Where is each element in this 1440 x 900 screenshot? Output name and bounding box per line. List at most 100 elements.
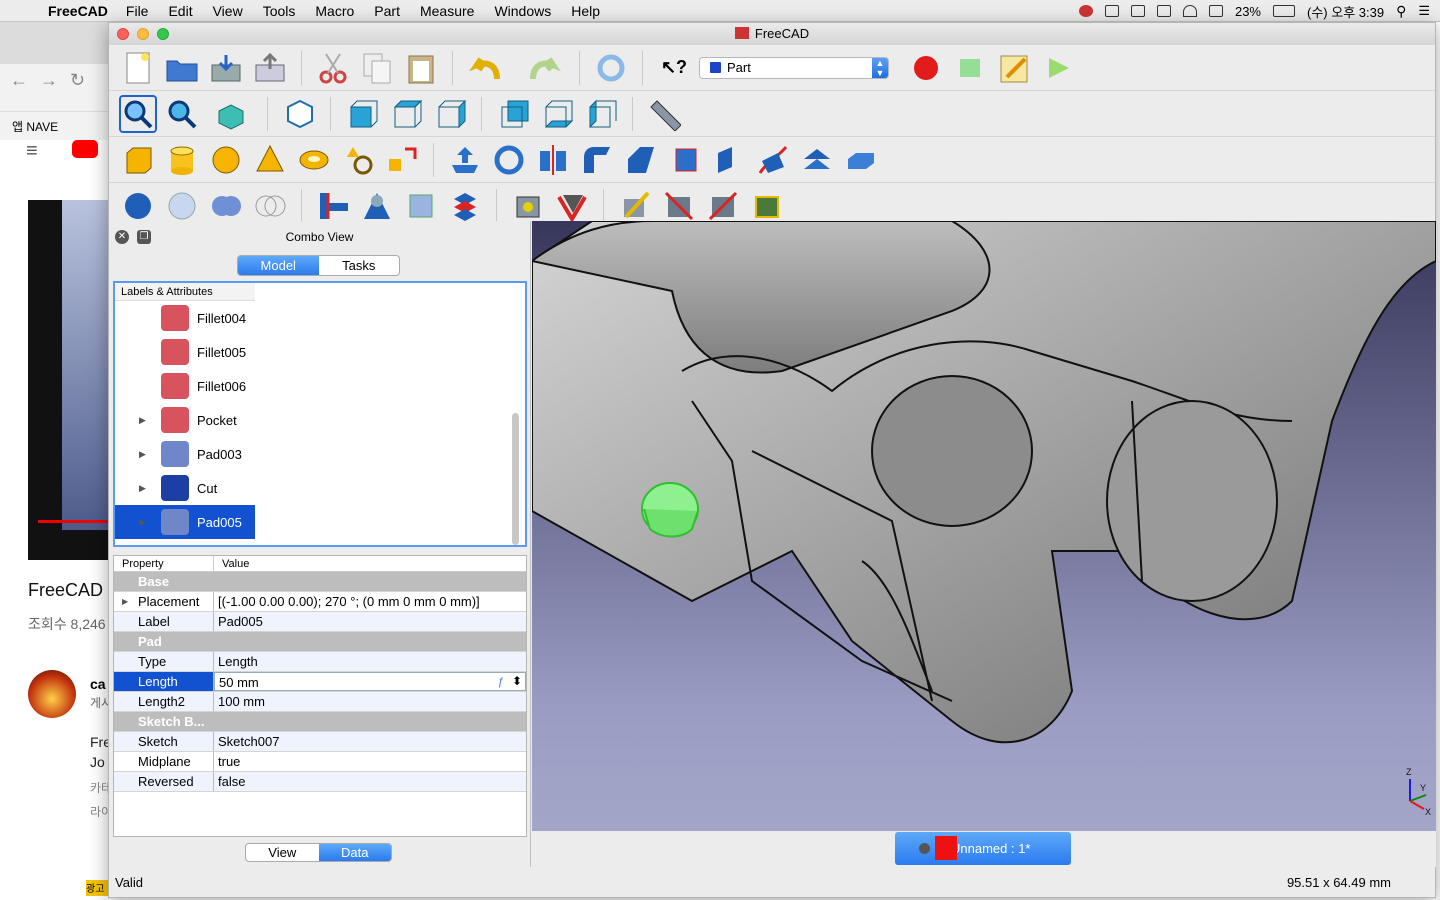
menu-part[interactable]: Part <box>364 3 410 19</box>
menu-measure[interactable]: Measure <box>410 3 484 19</box>
part-common-icon[interactable] <box>251 187 289 225</box>
workbench-selector[interactable]: Part ▲ ▼ <box>699 56 889 79</box>
property-group[interactable]: Pad <box>114 632 526 652</box>
new-document-icon[interactable] <box>119 49 157 87</box>
property-row[interactable]: Reversed false <box>114 772 526 792</box>
expand-arrow-icon[interactable]: ▶ <box>139 449 151 460</box>
menu-view[interactable]: View <box>203 3 253 19</box>
property-value[interactable]: 100 mm <box>214 692 526 711</box>
property-group[interactable]: Sketch B... <box>114 712 526 732</box>
refresh-icon[interactable] <box>592 49 630 87</box>
redo-icon[interactable] <box>519 49 567 87</box>
part-revolve-icon[interactable] <box>490 141 528 179</box>
undo-icon[interactable] <box>465 49 513 87</box>
property-value[interactable]: [(-1.00 0.00 0.00); 270 °; (0 mm 0 mm 0 … <box>214 592 526 611</box>
airplay-icon[interactable] <box>1208 5 1223 17</box>
part-thickness-icon[interactable] <box>842 141 880 179</box>
length-value-field[interactable]: 50 mm <box>214 672 526 691</box>
part-attachment-icon[interactable] <box>616 187 654 225</box>
part-cylinder-icon[interactable] <box>163 141 201 179</box>
channel-avatar[interactable] <box>28 670 76 718</box>
expand-arrow-icon[interactable]: ▶ <box>139 483 151 494</box>
spotlight-icon[interactable]: ⚲ <box>1396 3 1406 20</box>
menu-edit[interactable]: Edit <box>158 3 202 19</box>
bookmark-naver[interactable]: NAVE <box>26 120 58 134</box>
part-cone-icon[interactable] <box>251 141 289 179</box>
property-value[interactable]: Length <box>214 652 526 671</box>
expression-icon[interactable]: ƒ <box>498 673 504 692</box>
tree-item[interactable]: ▶ Pad003 <box>115 437 515 471</box>
copy-icon[interactable] <box>358 49 396 87</box>
property-row[interactable]: Length2 100 mm <box>114 692 526 712</box>
part-explode-icon[interactable] <box>704 187 742 225</box>
part-mirror-icon[interactable] <box>534 141 572 179</box>
macro-record-icon[interactable] <box>907 49 945 87</box>
view-rear-icon[interactable] <box>494 95 532 133</box>
notification-icon[interactable] <box>1078 5 1093 17</box>
macro-edit-icon[interactable] <box>995 49 1033 87</box>
tree-scrollbar[interactable] <box>512 413 519 545</box>
property-value[interactable]: true <box>214 752 526 771</box>
minimize-window-button[interactable] <box>137 28 149 40</box>
part-fillet-icon[interactable] <box>578 141 616 179</box>
property-row[interactable]: Type Length <box>114 652 526 672</box>
property-column-header[interactable]: Property <box>114 556 214 571</box>
part-torus-icon[interactable] <box>295 141 333 179</box>
open-folder-icon[interactable] <box>163 49 201 87</box>
menu-windows[interactable]: Windows <box>484 3 561 19</box>
part-check-geometry-icon[interactable] <box>509 187 547 225</box>
wifi-icon[interactable] <box>1182 5 1197 17</box>
notification-center-icon[interactable]: ☰ <box>1418 3 1430 19</box>
property-group[interactable]: Base <box>114 572 526 592</box>
model-tree[interactable]: Labels & Attributes Fillet004 Fillet005 Fi… <box>113 281 527 547</box>
tree-column-header[interactable]: Labels & Attributes <box>115 283 255 301</box>
menu-tools[interactable]: Tools <box>253 3 306 19</box>
part-shapebuilder-icon[interactable] <box>383 141 421 179</box>
part-chamfer-icon[interactable] <box>622 141 660 179</box>
clock[interactable]: (수) 오후 3:39 <box>1307 2 1384 21</box>
whats-this-icon[interactable]: ↖? <box>655 49 693 87</box>
draw-style-icon[interactable] <box>207 95 255 133</box>
expand-arrow-icon[interactable]: ▶ <box>139 517 151 528</box>
part-defeaturing-icon[interactable] <box>553 187 591 225</box>
view-bottom-icon[interactable] <box>538 95 576 133</box>
tree-item[interactable]: ▶ Cut <box>115 471 515 505</box>
float-panel-icon[interactable]: ❐ <box>137 230 151 244</box>
part-tube-icon[interactable] <box>660 187 698 225</box>
video-player[interactable] <box>28 200 108 560</box>
tree-item[interactable]: Fillet004 <box>115 301 515 335</box>
view-top-icon[interactable] <box>387 95 425 133</box>
property-row[interactable]: Midplane true <box>114 752 526 772</box>
tab-model[interactable]: Model <box>238 256 319 275</box>
tab-data[interactable]: Data <box>318 844 391 861</box>
fit-all-icon[interactable] <box>119 94 157 133</box>
part-offset-icon[interactable] <box>798 141 836 179</box>
cut-icon[interactable] <box>314 49 352 87</box>
tree-item[interactable]: Fillet006 <box>115 369 515 403</box>
part-makeface-icon[interactable] <box>666 141 704 179</box>
part-join-icon[interactable] <box>314 187 352 225</box>
part-extrude-icon[interactable] <box>446 141 484 179</box>
menu-file[interactable]: File <box>116 3 159 19</box>
spinbox-arrows-icon[interactable]: ⬍ <box>512 672 522 691</box>
view-left-icon[interactable] <box>582 95 620 133</box>
app-menu[interactable]: FreeCAD <box>40 3 116 19</box>
part-split-icon[interactable] <box>748 187 786 225</box>
close-document-icon[interactable] <box>919 843 930 854</box>
property-row[interactable]: Label Pad005 <box>114 612 526 632</box>
close-panel-icon[interactable]: ✕ <box>115 230 129 244</box>
part-crosssections-icon[interactable] <box>402 187 440 225</box>
part-boolean-icon[interactable] <box>119 187 157 225</box>
value-column-header[interactable]: Value <box>214 556 249 571</box>
save-icon[interactable] <box>207 49 245 87</box>
macro-stop-icon[interactable] <box>951 49 989 87</box>
part-compound-icon[interactable] <box>446 187 484 225</box>
paste-icon[interactable] <box>402 49 440 87</box>
menu-help[interactable]: Help <box>561 3 610 19</box>
video-progress[interactable] <box>38 520 108 523</box>
view-isometric-icon[interactable] <box>280 95 318 133</box>
tree-item[interactable]: Fillet005 <box>115 335 515 369</box>
property-row[interactable]: Sketch Sketch007 <box>114 732 526 752</box>
property-row[interactable]: ▶ Placement [(-1.00 0.00 0.00); 270 °; (0 … <box>114 592 526 612</box>
document-tab[interactable]: Unnamed : 1* <box>895 832 1071 865</box>
